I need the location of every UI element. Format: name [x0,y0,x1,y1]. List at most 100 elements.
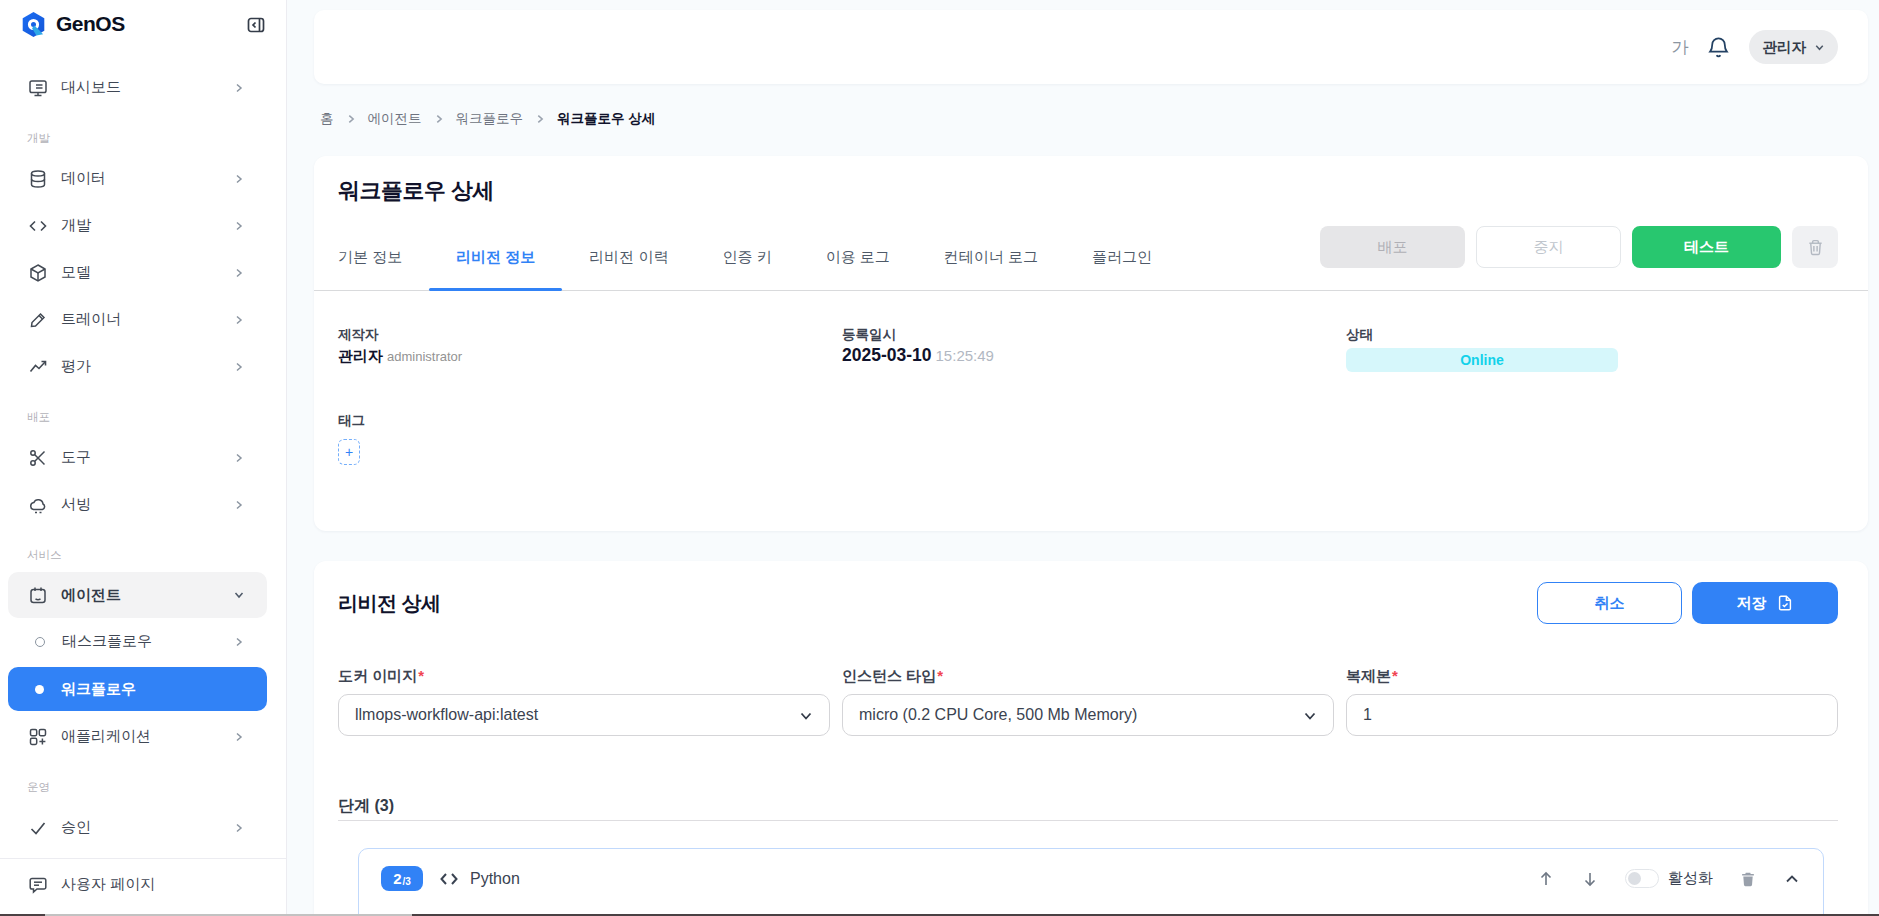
activate-toggle[interactable] [1625,869,1659,888]
page-title: 워크플로우 상세 [338,176,1838,206]
save-button[interactable]: 저장 [1692,582,1838,624]
sidebar-item-label: 평가 [61,357,91,376]
revision-detail-card: 리비전 상세 취소 저장 도커 이미지* llmops-workflow-api… [314,561,1868,916]
chevron-right-icon [232,266,246,280]
revision-buttons: 취소 저장 [1537,582,1838,624]
tab-revision-history[interactable]: 리비전 이력 [562,234,695,290]
chevron-down-icon [1813,41,1826,54]
sidebar-item-workflow[interactable]: 워크플로우 [8,667,267,711]
step-trash-icon[interactable] [1739,870,1757,888]
chevron-right-icon [232,313,246,327]
tab-auth-key[interactable]: 인증 키 [696,234,799,290]
chevron-right-icon [232,635,246,649]
chevron-right-icon [232,821,246,835]
chevron-right-icon [232,219,246,233]
replica-input[interactable]: 1 [1346,694,1838,736]
move-up-icon[interactable] [1537,870,1555,888]
registered-label: 등록일시 [842,327,1334,342]
sidebar-item-approval[interactable]: 승인 [8,804,267,851]
top-header-bar: 가 관리자 [314,10,1868,84]
registered-time: 15:25:49 [936,347,994,364]
step-card-header[interactable]: 2/3 Python 활성화 [381,866,1801,891]
instance-type-select[interactable]: micro (0.2 CPU Core, 500 Mb Memory) [842,694,1334,736]
sidebar-item-label: 승인 [61,818,91,837]
test-button[interactable]: 테스트 [1632,226,1781,268]
breadcrumb-agent[interactable]: 에이전트 [368,110,422,128]
instance-type-value: micro (0.2 CPU Core, 500 Mb Memory) [859,706,1137,724]
sidebar-item-serving[interactable]: 서빙 [8,481,267,528]
cancel-button[interactable]: 취소 [1537,582,1682,624]
sidebar-item-userpage[interactable]: 사용자 페이지 [8,861,267,908]
sidebar-item-label: 사용자 페이지 [61,875,155,894]
sidebar-item-label: 대시보드 [61,78,121,97]
sidebar: GenOS 대시보드 개발 데이터 개발 모델 [0,0,287,916]
replica-value: 1 [1363,706,1372,724]
tab-usage-log[interactable]: 이용 로그 [799,234,917,290]
creator-id: administrator [387,349,462,364]
docker-image-select[interactable]: llmops-workflow-api:latest [338,694,830,736]
trend-icon [28,357,48,377]
chevron-right-icon [232,730,246,744]
font-size-button[interactable]: 가 [1672,36,1689,59]
sidebar-item-data[interactable]: 데이터 [8,155,267,202]
sidebar-collapse-icon[interactable] [246,15,266,35]
chevron-right-icon [232,81,246,95]
sidebar-item-label: 서빙 [61,495,91,514]
sidebar-item-taskflow[interactable]: 태스크플로우 [8,618,267,665]
main-area: 가 관리자 홈 에이전트 워크플로우 워크플로우 상세 워크플로우 상세 배포 … [287,0,1879,916]
database-icon [28,169,48,189]
tab-revision-info[interactable]: 리비전 정보 [429,234,562,290]
apps-icon [28,727,48,747]
chevron-right-icon [534,113,546,125]
tab-container-log[interactable]: 컨테이너 로그 [917,234,1065,290]
breadcrumb-home[interactable]: 홈 [320,110,334,128]
replica-label: 복제본* [1346,666,1838,685]
delete-button[interactable] [1792,226,1838,268]
sidebar-item-develop[interactable]: 개발 [8,202,267,249]
step-order-badge: 2/3 [381,866,423,891]
agent-icon [28,585,48,605]
sidebar-item-dashboard[interactable]: 대시보드 [8,64,267,111]
sidebar-item-model[interactable]: 모델 [8,249,267,296]
save-doc-icon [1776,594,1794,612]
sidebar-item-label: 애플리케이션 [61,727,151,746]
sidebar-item-label: 도구 [61,448,91,467]
docker-image-label: 도커 이미지* [338,666,830,685]
steps-divider [338,820,1838,821]
bullet-icon [35,637,45,647]
steps-heading: 단계 (3) [338,796,1838,817]
sidebar-item-trainer[interactable]: 트레이너 [8,296,267,343]
sidebar-item-agent[interactable]: 에이전트 [8,572,267,618]
tab-basic-info[interactable]: 기본 정보 [338,234,429,290]
instance-type-label: 인스턴스 타입* [842,666,1334,685]
docker-image-value: llmops-workflow-api:latest [355,706,538,724]
code-icon [28,216,48,236]
sidebar-item-tools[interactable]: 도구 [8,434,267,481]
step-name: Python [470,870,520,888]
tab-plugin[interactable]: 플러그인 [1065,234,1179,290]
collapse-step-icon[interactable] [1783,870,1801,888]
sidebar-nav: 대시보드 개발 데이터 개발 모델 트레이너 평가 배포 [0,48,286,908]
status-label: 상태 [1346,327,1838,342]
tags-field: 태그 + [338,413,1838,465]
sidebar-item-label: 에이전트 [61,586,121,605]
status-badge: Online [1346,348,1618,372]
save-label: 저장 [1737,594,1767,613]
stop-button[interactable]: 중지 [1476,226,1621,268]
creator-field: 제작자 관리자administrator [338,327,830,372]
chevron-down-icon [798,708,814,724]
deploy-button[interactable]: 배포 [1320,226,1465,268]
user-menu-button[interactable]: 관리자 [1749,30,1839,64]
breadcrumb-workflow[interactable]: 워크플로우 [456,110,524,128]
sidebar-item-eval[interactable]: 평가 [8,343,267,390]
sidebar-item-application[interactable]: 애플리케이션 [8,713,267,760]
logo-row: GenOS [0,0,286,48]
add-tag-button[interactable]: + [338,439,360,465]
sidebar-section-service: 서비스 [0,548,286,563]
activate-label: 활성화 [1668,869,1713,888]
instance-type-field: 인스턴스 타입* micro (0.2 CPU Core, 500 Mb Mem… [842,666,1334,736]
user-name: 관리자 [1763,38,1807,57]
sidebar-item-label: 트레이너 [61,310,121,329]
move-down-icon[interactable] [1581,870,1599,888]
notification-bell-icon[interactable] [1706,35,1731,60]
